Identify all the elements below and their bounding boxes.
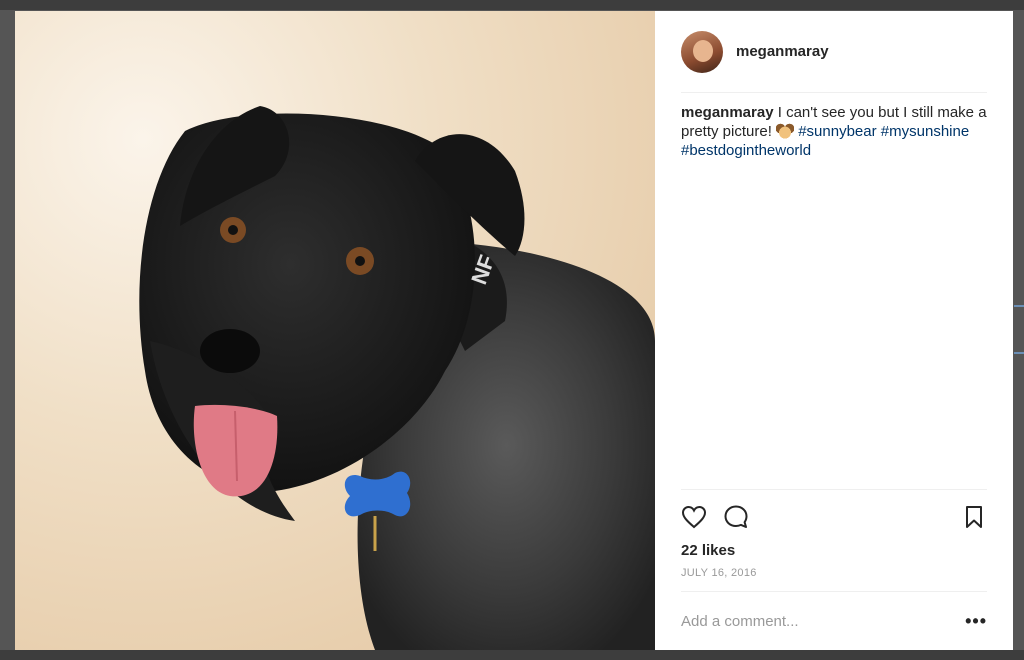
post-sidebar: meganmaray meganmaray I can't see you bu… (655, 11, 1013, 650)
hashtag-sunnybear[interactable]: #sunnybear (798, 123, 876, 140)
avatar[interactable] (681, 30, 723, 73)
post-photo[interactable]: NF (15, 11, 655, 650)
comment-input[interactable] (681, 612, 966, 630)
post-modal: NF meganmaray meganmaray I can't see you… (15, 11, 1013, 650)
heart-icon[interactable] (681, 504, 707, 530)
post-header: meganmaray (681, 11, 987, 93)
background-edge-mark (1014, 352, 1024, 354)
background-edge-mark (1014, 305, 1024, 307)
background-strip-top (0, 0, 1024, 10)
dog-face-emoji-icon (776, 123, 795, 139)
post-date: JULY 16, 2016 (681, 567, 757, 579)
hashtag-bestdogintheworld[interactable]: #bestdogintheworld (681, 142, 811, 159)
caption-username[interactable]: meganmaray (681, 104, 774, 121)
dog-photo: NF (139, 106, 655, 650)
more-options-icon[interactable]: ••• (965, 611, 987, 632)
like-count[interactable]: 22 likes (681, 542, 987, 559)
background-strip-bottom (0, 650, 1024, 660)
hashtag-mysunshine[interactable]: #mysunshine (881, 123, 969, 140)
speech-bubble-icon[interactable] (723, 504, 749, 530)
comment-row: ••• (681, 591, 987, 650)
post-caption: meganmaray I can't see you but I still m… (681, 103, 987, 489)
post-actions-area: 22 likes JULY 16, 2016 (681, 489, 987, 591)
header-username[interactable]: meganmaray (736, 43, 829, 60)
action-bar (681, 490, 987, 540)
bookmark-icon[interactable] (961, 504, 987, 530)
